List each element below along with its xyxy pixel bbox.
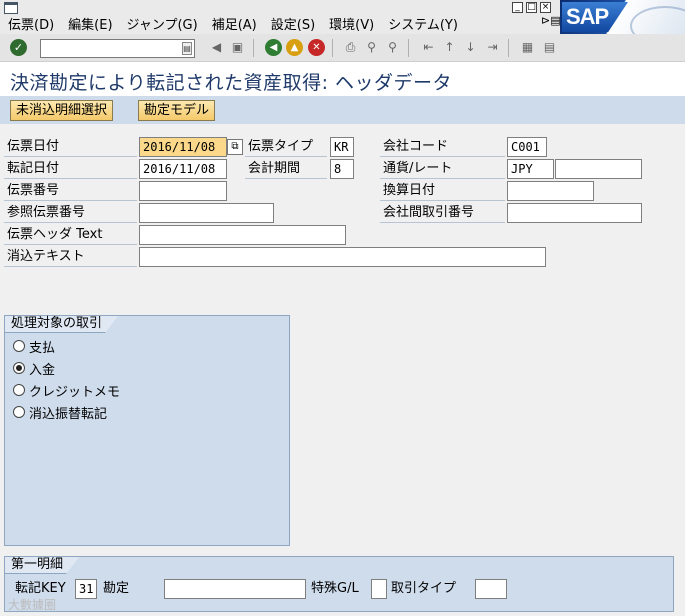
window-controls: _ □ × [512,2,551,13]
intercompany-field[interactable] [507,203,642,223]
toolbar-separator [253,39,254,57]
page-title: 決済勘定により転記された資産取得: ヘッダデータ [10,72,453,94]
cancel-icon[interactable]: ✕ [308,39,325,56]
special-gl-field[interactable] [371,579,387,599]
menu-system[interactable]: システム(Y) [388,14,458,33]
back-icon[interactable]: ◀ [265,39,282,56]
first-item-group: 第一明細 転記KEY 31 勘定 特殊G/L 取引タイプ [4,556,674,612]
command-field[interactable]: ▤ [40,39,195,58]
logo-text: SAP [566,4,609,29]
doc-date-label: 伝票日付 [4,137,137,157]
header-text-field[interactable] [139,225,346,245]
menu-environment[interactable]: 環境(V) [329,14,374,33]
exit-icon[interactable]: ▲ [286,39,303,56]
title-bar: 決済勘定により転記された資産取得: ヘッダデータ [0,62,685,96]
doc-number-field[interactable] [139,181,227,201]
radio-label: 入金 [29,362,56,378]
toolbar-separator [408,39,409,57]
logo-swirl [630,6,685,34]
first-page-icon[interactable]: ⇤ [420,39,437,56]
doc-number-label: 伝票番号 [4,181,137,201]
translation-date-field[interactable] [507,181,594,201]
previous-page-icon[interactable]: ↑ [441,39,458,56]
menu-extras[interactable]: 補足(A) [212,14,257,33]
radio-button[interactable] [13,384,25,396]
application-toolbar: 未消込明細選択 勘定モデル [0,96,685,124]
standard-toolbar: ✓ ▤ ◀ ▣ ◀ ▲ ✕ ⎙ ⚲ ⚲ ⇤ ↑ ↓ ⇥ ▦ ▤ [0,34,685,62]
new-session-icon[interactable]: ▦ [519,39,536,56]
back-arrow-icon[interactable]: ◀ [208,39,225,56]
radio-incoming-payment[interactable]: 入金 [13,358,55,378]
account-model-button[interactable]: 勘定モデル [138,100,216,121]
clearing-text-field[interactable] [139,247,546,267]
translation-date-label: 換算日付 [380,181,505,201]
transaction-group: 処理対象の取引 支払 入金 クレジットメモ 消込振替転記 [4,315,290,546]
menu-goto[interactable]: ジャンプ(G) [127,14,198,33]
reference-field[interactable] [139,203,274,223]
command-dropdown-icon[interactable]: ▤ [182,42,192,55]
menu-document[interactable]: 伝票(D) [8,14,54,33]
radio-button[interactable] [13,406,25,418]
radio-transfer-posting[interactable]: 消込振替転記 [13,402,107,422]
last-page-icon[interactable]: ⇥ [484,39,501,56]
find-icon[interactable]: ⚲ [363,39,380,56]
period-label: 会計期間 [245,159,327,179]
doc-type-field[interactable]: KR [330,137,354,157]
intercompany-label: 会社間取引番号 [380,203,505,223]
help-icon[interactable]: ▤ [541,39,558,56]
special-gl-label: 特殊G/L [311,581,359,596]
transaction-type-label: 取引タイプ [391,581,457,596]
first-item-group-title: 第一明細 [4,556,80,574]
print-icon[interactable]: ⎙ [342,39,359,56]
find-next-icon[interactable]: ⚲ [384,39,401,56]
maximize-icon[interactable]: □ [526,2,537,13]
currency-field[interactable]: JPY [507,159,554,179]
clearing-text-label: 消込テキスト [4,247,137,267]
watermark: 大數據圈 [8,598,57,612]
enter-icon[interactable]: ✓ [10,39,27,56]
select-open-items-button[interactable]: 未消込明細選択 [10,100,114,121]
close-window-icon[interactable]: × [540,2,551,13]
header-text-label: 伝票ヘッダ Text [4,225,137,245]
currency-label: 通貨/レート [380,159,505,179]
toolbar-separator [332,39,333,57]
radio-label: 消込振替転記 [29,406,108,422]
save-icon[interactable]: ▣ [229,39,246,56]
toolbar-separator [508,39,509,57]
period-field[interactable]: 8 [330,159,354,179]
posting-date-label: 転記日付 [4,159,137,179]
menu-bar: 伝票(D) 編集(E) ジャンプ(G) 補足(A) 設定(S) 環境(V) シス… [0,0,685,34]
calendar-help-icon[interactable]: ⧉ [227,139,243,155]
transaction-type-field[interactable] [475,579,507,599]
doc-type-label: 伝票タイプ [245,137,327,157]
customize-layout-icon[interactable]: ⊳▤ [541,14,561,27]
radio-credit-memo[interactable]: クレジットメモ [13,380,120,400]
posting-date-field[interactable]: 2016/11/08 [139,159,227,179]
radio-button-selected[interactable] [13,362,25,374]
doc-date-field[interactable]: 2016/11/08 [139,137,227,157]
next-page-icon[interactable]: ↓ [462,39,479,56]
menu-edit[interactable]: 編集(E) [68,14,112,33]
minimize-icon[interactable]: _ [512,2,523,13]
account-field[interactable] [164,579,306,599]
menu-items: 伝票(D) 編集(E) ジャンプ(G) 補足(A) 設定(S) 環境(V) シス… [8,14,458,33]
radio-payment[interactable]: 支払 [13,336,55,356]
window-menu-icon[interactable] [4,2,18,14]
account-label: 勘定 [103,581,130,596]
posting-key-field[interactable]: 31 [75,579,97,599]
reference-label: 参照伝票番号 [4,203,137,223]
company-code-label: 会社コード [380,137,505,157]
transaction-group-title: 処理対象の取引 [4,315,119,333]
radio-label: クレジットメモ [29,384,121,400]
radio-label: 支払 [29,340,56,356]
exchange-rate-field[interactable] [555,159,642,179]
sap-logo: SAP [560,0,685,34]
radio-button[interactable] [13,340,25,352]
menu-settings[interactable]: 設定(S) [271,14,315,33]
company-code-field[interactable]: C001 [507,137,547,157]
